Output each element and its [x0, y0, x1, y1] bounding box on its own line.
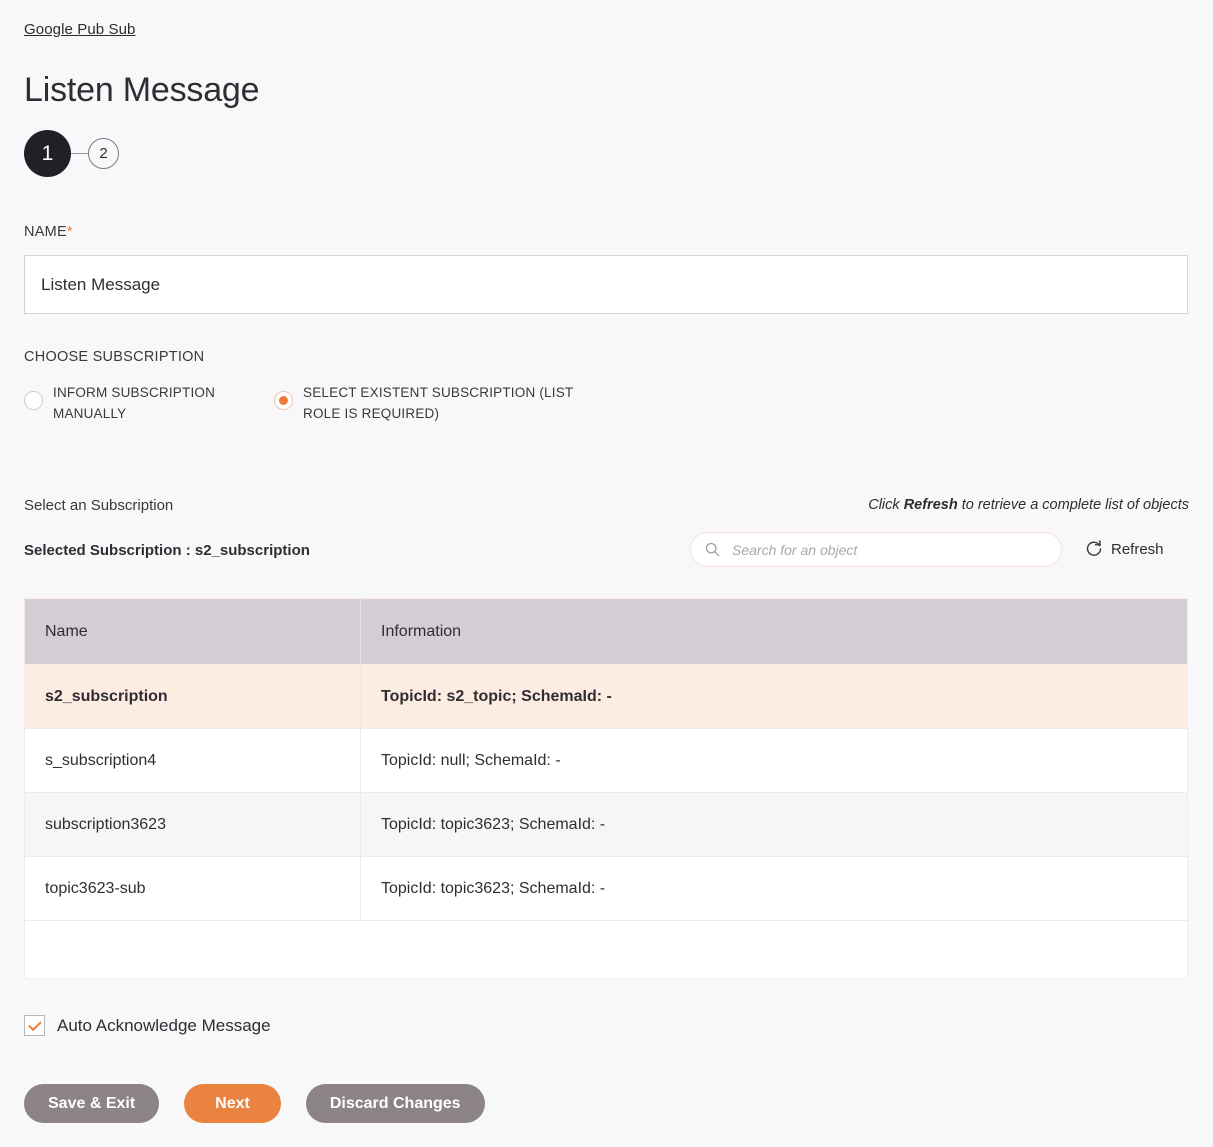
cell-name: subscription3623	[25, 793, 361, 857]
select-subscription-label: Select an Subscription	[24, 497, 173, 514]
table-row[interactable]: topic3623-sub TopicId: topic3623; Schema…	[25, 857, 1188, 921]
cell-name: s_subscription4	[25, 729, 361, 793]
search-icon	[705, 542, 720, 557]
choose-subscription-label: CHOOSE SUBSCRIPTION	[24, 349, 204, 365]
column-header-information: Information	[361, 599, 1188, 665]
page-title: Listen Message	[24, 68, 259, 112]
name-field-label: NAME*	[24, 224, 73, 240]
table-row[interactable]: s2_subscription TopicId: s2_topic; Schem…	[25, 665, 1188, 729]
radio-label-select-existent: SELECT EXISTENT SUBSCRIPTION (LIST ROLE …	[303, 382, 603, 424]
hint-suffix: to retrieve a complete list of objects	[958, 497, 1189, 513]
search-input[interactable]	[730, 541, 1047, 559]
table-row[interactable]: s_subscription4 TopicId: null; SchemaId:…	[25, 729, 1188, 793]
choose-subscription-radio-group: INFORM SUBSCRIPTION MANUALLY SELECT EXIS…	[24, 382, 924, 424]
radio-option-select-existent[interactable]: SELECT EXISTENT SUBSCRIPTION (LIST ROLE …	[274, 382, 603, 424]
table-empty-cell	[25, 921, 1188, 979]
subscriptions-table: Name Information s2_subscription TopicId…	[24, 598, 1188, 979]
required-asterisk: *	[67, 224, 73, 240]
refresh-button-label: Refresh	[1111, 541, 1164, 558]
search-box[interactable]	[690, 532, 1062, 567]
hint-prefix: Click	[868, 497, 903, 513]
refresh-button[interactable]: Refresh	[1085, 540, 1164, 558]
step-1-indicator[interactable]: 1	[24, 130, 71, 177]
table-row[interactable]: subscription3623 TopicId: topic3623; Sch…	[25, 793, 1188, 857]
step-2-indicator[interactable]: 2	[88, 138, 119, 169]
refresh-icon	[1085, 540, 1103, 558]
discard-changes-button[interactable]: Discard Changes	[306, 1084, 485, 1123]
cell-name: topic3623-sub	[25, 857, 361, 921]
cell-name: s2_subscription	[25, 665, 361, 729]
save-exit-button[interactable]: Save & Exit	[24, 1084, 159, 1123]
auto-acknowledge-checkbox-row[interactable]: Auto Acknowledge Message	[24, 1015, 271, 1036]
cell-information: TopicId: topic3623; SchemaId: -	[361, 793, 1188, 857]
breadcrumb-google-pub-sub[interactable]: Google Pub Sub	[24, 21, 135, 38]
cell-information: TopicId: s2_topic; SchemaId: -	[361, 665, 1188, 729]
next-button[interactable]: Next	[184, 1084, 281, 1123]
table-header-row: Name Information	[25, 599, 1188, 665]
radio-icon-unchecked[interactable]	[24, 391, 43, 410]
listen-message-page: Google Pub Sub Listen Message 1 2 NAME* …	[0, 0, 1213, 1147]
step-connector-line	[71, 153, 88, 154]
radio-option-inform-manually[interactable]: INFORM SUBSCRIPTION MANUALLY	[24, 382, 274, 424]
name-label-text: NAME	[24, 224, 67, 240]
table-empty-row	[25, 921, 1188, 979]
cell-information: TopicId: null; SchemaId: -	[361, 729, 1188, 793]
name-input[interactable]	[24, 255, 1188, 314]
auto-acknowledge-label: Auto Acknowledge Message	[57, 1016, 271, 1036]
hint-bold-refresh: Refresh	[904, 497, 958, 513]
cell-information: TopicId: topic3623; SchemaId: -	[361, 857, 1188, 921]
stepper: 1 2	[24, 130, 119, 177]
refresh-hint-text: Click Refresh to retrieve a complete lis…	[868, 497, 1189, 513]
selected-subscription-text: Selected Subscription : s2_subscription	[24, 542, 310, 559]
checkbox-icon-checked[interactable]	[24, 1015, 45, 1036]
footer-button-row: Save & Exit Next Discard Changes	[24, 1084, 485, 1123]
column-header-name: Name	[25, 599, 361, 665]
radio-icon-checked[interactable]	[274, 391, 293, 410]
radio-label-inform-manually: INFORM SUBSCRIPTION MANUALLY	[53, 382, 274, 424]
